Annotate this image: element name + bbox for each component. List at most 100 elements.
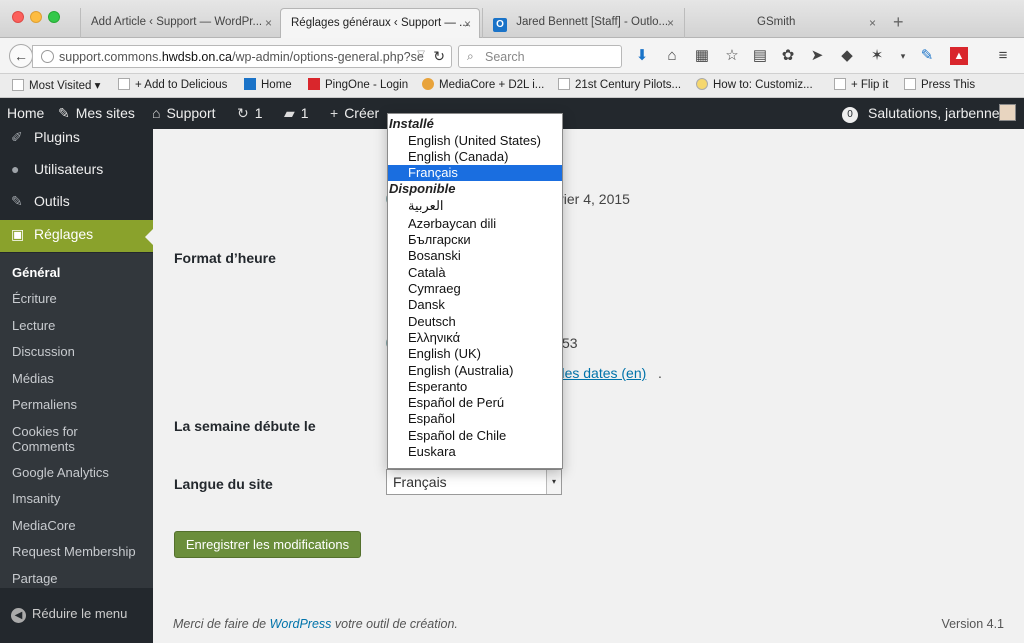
submenu-reading[interactable]: Lecture [12,318,55,333]
minimize-window-button[interactable] [30,11,42,23]
language-option[interactable]: Català [388,265,562,281]
sidebar-item-settings[interactable]: ▣ Réglages [0,220,153,252]
bookmark-item[interactable]: + Add to Delicious [118,78,227,91]
admin-bar-updates[interactable]: ↻ 1 [237,105,263,122]
language-option[interactable]: Deutsch [388,314,562,330]
submenu-media[interactable]: Médias [12,371,54,386]
language-option[interactable]: Cymraeg [388,281,562,297]
language-option[interactable]: Euskara [388,444,562,460]
tiles-icon[interactable]: ▦ [693,47,711,65]
browser-tab-strip: Add Article ‹ Support — WordPr... × Régl… [0,0,1024,38]
language-option-selected[interactable]: Français [388,165,562,181]
new-tab-icon[interactable]: + [893,12,904,33]
admin-bar-home[interactable]: Home [7,105,44,121]
language-option[interactable]: Español de Chile [388,428,562,444]
chevron-down-icon[interactable]: ▾ [894,47,912,65]
admin-bar-site[interactable]: ⌂ Support [152,105,216,121]
comment-icon: ▰ [284,105,295,121]
admin-bar-account[interactable]: 0 Salutations, jarbenne [842,105,1000,123]
chevron-down-icon[interactable]: ▽ [417,49,425,60]
home-icon[interactable]: ⌂ [663,47,681,65]
reading-list-icon[interactable]: ▤ [751,47,769,65]
browser-tab[interactable]: O Jared Bennett [Staff] - Outlo... × [482,8,682,38]
submenu-writing[interactable]: Écriture [12,291,57,306]
bookmark-star-icon[interactable]: ☆ [723,47,741,65]
admin-bar-create[interactable]: + Créer [330,105,379,121]
language-option[interactable]: English (Australia) [388,363,562,379]
date-docs-link[interactable]: t des dates (en) [549,365,646,381]
language-option[interactable]: Español [388,411,562,427]
avatar[interactable] [999,104,1016,121]
home-icon: ⌂ [152,105,161,121]
extension-icon[interactable]: ✿ [779,47,797,65]
language-option[interactable]: English (UK) [388,346,562,362]
back-arrow-icon[interactable]: ← [9,44,33,68]
close-icon[interactable]: × [667,16,674,30]
hamburger-menu-icon[interactable]: ≡ [994,47,1012,65]
submenu-request-membership[interactable]: Request Membership [12,544,136,559]
wordpress-link[interactable]: WordPress [270,617,332,631]
bookmark-item[interactable]: PingOne - Login [308,78,408,91]
bookmark-item[interactable]: Most Visited ▾ [12,78,100,92]
admin-bar-comments[interactable]: ▰ 1 [284,105,309,122]
submenu-google-analytics[interactable]: Google Analytics [12,465,109,480]
sidebar-item-tools[interactable]: ✎ Outils [0,187,153,219]
language-option[interactable]: English (United States) [388,133,562,149]
browser-tab-active[interactable]: Réglages généraux ‹ Support — ... × [280,8,480,38]
language-option[interactable]: Ελληνικά [388,330,562,346]
bookmark-item[interactable]: 21st Century Pilots... [558,78,681,91]
submenu-discussion[interactable]: Discussion [12,344,75,359]
admin-bar-my-sites[interactable]: ✎ Mes sites [58,105,135,122]
tab-title: Jared Bennett [Staff] - Outlo... [516,16,669,28]
close-icon[interactable]: × [464,17,471,31]
sidebar-item-users[interactable]: ● Utilisateurs [0,155,153,187]
page-icon [904,78,916,90]
home-site-icon [244,78,256,90]
submenu-sharing[interactable]: Partage [12,571,58,586]
addon-icon[interactable]: ✶ [868,47,886,65]
language-option[interactable]: English (Canada) [388,149,562,165]
bookmark-item[interactable]: How to: Customiz... [696,78,813,91]
pdf-icon[interactable]: ▲ [950,47,968,65]
save-changes-button[interactable]: Enregistrer les modifications [174,531,361,558]
submenu-mediacore[interactable]: MediaCore [12,518,76,533]
download-icon[interactable]: ⬇ [633,47,651,65]
browser-tab[interactable]: Add Article ‹ Support — WordPr... × [80,8,280,38]
search-input[interactable]: ⌕ Search [458,45,622,68]
bookmark-item[interactable]: Home [244,78,292,91]
language-option[interactable]: العربية [388,198,562,214]
language-option[interactable]: Azərbaycan dili [388,216,562,232]
language-option[interactable]: Bosanski [388,248,562,264]
url-bar[interactable]: support.commons.hwdsb.on.ca/wp-admin/opt… [32,45,452,68]
wrench-icon: ✎ [58,105,70,121]
search-icon: ⌕ [467,49,474,63]
send-icon[interactable]: ➤ [808,47,826,65]
select-arrow-icon[interactable]: ▾ [546,470,561,494]
close-icon[interactable]: × [265,16,272,30]
language-option[interactable]: Български [388,232,562,248]
close-icon[interactable]: × [869,16,876,30]
language-option[interactable]: Dansk [388,297,562,313]
submenu-imsanity[interactable]: Imsanity [12,491,60,506]
submenu-permalinks[interactable]: Permaliens [12,397,77,412]
language-option[interactable]: Esperanto [388,379,562,395]
browser-toolbar: ← support.commons.hwdsb.on.ca/wp-admin/o… [0,38,1024,74]
browser-tab[interactable]: GSmith × [684,8,884,38]
submenu-general[interactable]: Général [12,265,60,280]
bookmark-item[interactable]: + Flip it [834,78,888,91]
submenu-cookies-for-comments[interactable]: Cookies for Comments [12,424,102,454]
plugin-icon: ✐ [11,129,23,145]
pocket-icon[interactable]: ◆ [838,47,856,65]
sidebar-item-plugins[interactable]: ✐ Plugins [0,123,153,155]
tool-icon[interactable]: ✎ [918,47,936,65]
bookmark-item[interactable]: Press This [904,78,975,91]
bookmark-item[interactable]: MediaCore + D2L i... [422,78,544,91]
zoom-window-button[interactable] [48,11,60,23]
language-option[interactable]: Español de Perú [388,395,562,411]
settings-content: nvier 4, 2015 Format d’heure 53 t des da… [153,129,1024,643]
reload-icon[interactable]: ↻ [433,48,445,65]
close-window-button[interactable] [12,11,24,23]
site-language-select[interactable]: Français ▾ [386,469,562,495]
installed-group-label: Installé [389,116,434,131]
collapse-menu-button[interactable]: ◀ Réduire le menu [11,606,127,623]
